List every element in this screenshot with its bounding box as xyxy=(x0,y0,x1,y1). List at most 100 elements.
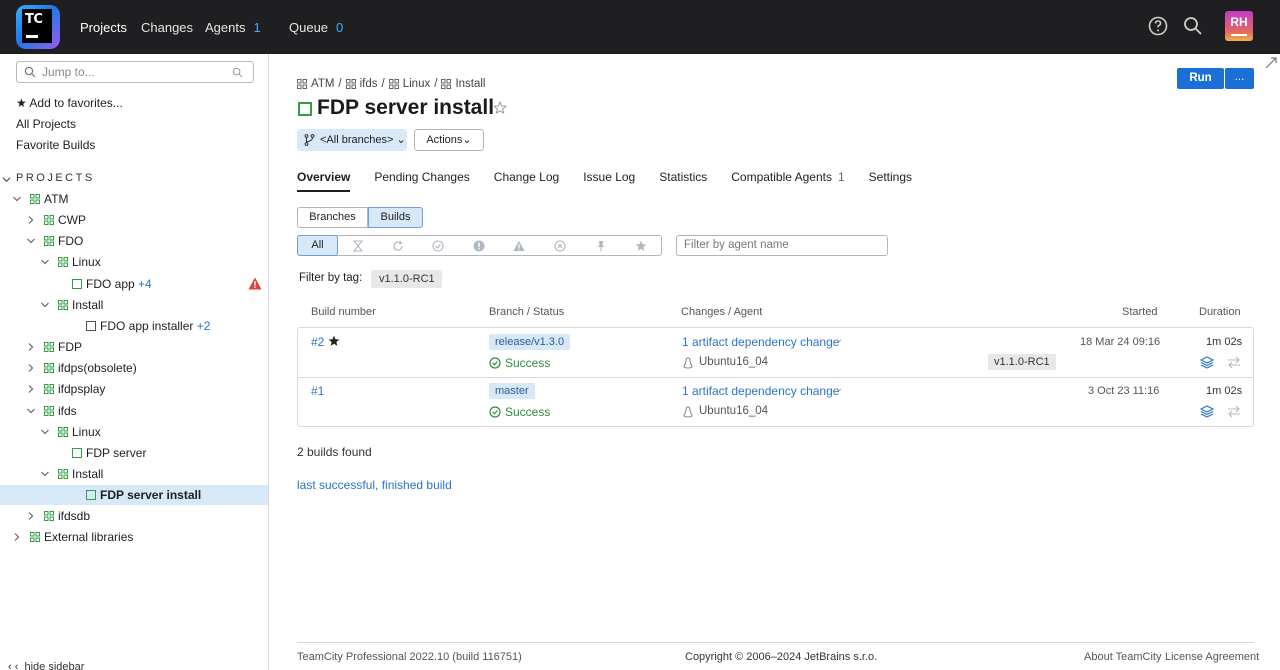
tree-item[interactable]: ifdpsplay xyxy=(0,379,268,399)
teamcity-logo[interactable]: TC xyxy=(16,5,60,49)
build-status[interactable]: Success xyxy=(505,405,550,419)
chevron-down-icon[interactable]: ⌄ xyxy=(835,334,843,345)
nav-queue[interactable]: Queue 0 xyxy=(289,0,343,54)
chevron-down-icon[interactable]: ⌄ xyxy=(835,383,843,394)
chevron-down-icon[interactable] xyxy=(26,406,36,416)
tree-item[interactable]: ATM xyxy=(0,189,268,209)
header-duration[interactable]: Duration xyxy=(1199,306,1241,318)
nav-changes[interactable]: Changes xyxy=(141,0,193,54)
tab-statistics[interactable]: Statistics xyxy=(659,170,707,192)
user-avatar[interactable]: RH xyxy=(1225,11,1253,41)
about-teamcity-link[interactable]: About TeamCity xyxy=(1084,651,1161,663)
tree-item[interactable]: ifdsdb xyxy=(0,506,268,526)
branch-chip[interactable]: release/v1.3.0 xyxy=(489,334,571,350)
tree-item[interactable]: FDP server install xyxy=(0,485,268,506)
warning-icon[interactable] xyxy=(513,240,525,252)
chevron-down-icon[interactable] xyxy=(26,236,36,246)
run-button[interactable]: Run xyxy=(1177,68,1224,89)
tree-item[interactable]: Install xyxy=(0,295,268,315)
all-projects-link[interactable]: All Projects xyxy=(16,117,76,131)
chevron-right-icon[interactable] xyxy=(26,215,36,225)
artifacts-icon[interactable] xyxy=(1200,405,1214,418)
chevron-down-icon[interactable] xyxy=(40,257,50,267)
nav-projects[interactable]: Projects xyxy=(80,0,127,54)
last-successful-build-link[interactable]: last successful, finished build xyxy=(297,478,452,492)
header-branch-status[interactable]: Branch / Status xyxy=(489,306,564,318)
tree-item[interactable]: FDO app installer +2 xyxy=(0,316,268,336)
branches-toggle[interactable]: Branches xyxy=(297,207,368,228)
star-icon[interactable] xyxy=(635,240,647,252)
tree-item-extra-count[interactable]: +2 xyxy=(193,319,211,333)
search-icon[interactable] xyxy=(1181,14,1205,38)
tree-item[interactable]: Install xyxy=(0,464,268,484)
build-number-link[interactable]: #1 xyxy=(311,384,324,398)
tree-item[interactable]: ifdps(obsolete) xyxy=(0,358,268,378)
warning-icon[interactable] xyxy=(248,277,262,290)
jump-to-search[interactable]: Jump to... xyxy=(16,61,254,83)
tree-item[interactable]: External libraries xyxy=(0,527,268,547)
license-agreement-link[interactable]: License Agreement xyxy=(1165,651,1259,663)
exclamation-icon[interactable] xyxy=(473,240,485,252)
tab-pending-changes[interactable]: Pending Changes xyxy=(374,170,469,192)
chevron-down-icon[interactable] xyxy=(12,194,22,204)
chevron-right-icon[interactable] xyxy=(26,384,36,394)
branch-selector[interactable]: <All branches> ⌄ xyxy=(297,129,407,151)
chevron-right-icon[interactable] xyxy=(26,363,36,373)
expand-icon[interactable] xyxy=(1263,55,1279,71)
tree-item[interactable]: FDP server xyxy=(0,443,268,463)
artifacts-icon[interactable] xyxy=(1200,356,1214,369)
run-options-button[interactable]: ... xyxy=(1225,68,1254,89)
tab-settings[interactable]: Settings xyxy=(869,170,912,192)
actions-button[interactable]: Actions⌄ xyxy=(414,129,484,151)
tab-overview[interactable]: Overview xyxy=(297,170,351,192)
header-build-number[interactable]: Build number xyxy=(311,306,376,318)
tab-issue-log[interactable]: Issue Log xyxy=(583,170,635,192)
builds-toggle[interactable]: Builds xyxy=(368,207,423,228)
help-icon[interactable] xyxy=(1146,14,1170,38)
tree-item-extra-count[interactable]: +4 xyxy=(135,277,152,291)
compare-icon[interactable] xyxy=(1227,405,1241,418)
chevron-down-icon[interactable] xyxy=(2,175,11,184)
tree-item[interactable]: FDP xyxy=(0,337,268,357)
tree-item[interactable]: Linux xyxy=(0,252,268,272)
status-filter-all[interactable]: All xyxy=(297,235,338,256)
star-filled-icon[interactable] xyxy=(328,335,340,347)
chevron-right-icon[interactable] xyxy=(26,511,36,521)
hide-sidebar-link[interactable]: ‹ ‹ hide sidebar xyxy=(8,661,84,670)
tab-compatible-agents[interactable]: Compatible Agents 1 xyxy=(731,170,844,192)
changes-link[interactable]: 1 artifact dependency change xyxy=(682,384,839,398)
tree-item[interactable]: CWP xyxy=(0,210,268,230)
tree-item[interactable]: FDO app +4 xyxy=(0,274,268,294)
agent-filter-input[interactable]: Filter by agent name xyxy=(676,235,888,256)
chevron-down-icon[interactable] xyxy=(40,300,50,310)
chevron-down-icon[interactable] xyxy=(40,427,50,437)
agent-link[interactable]: Ubuntu16_04 xyxy=(699,356,768,368)
breadcrumb-ifds[interactable]: ifds xyxy=(360,78,378,90)
agent-link[interactable]: Ubuntu16_04 xyxy=(699,405,768,417)
header-changes-agent[interactable]: Changes / Agent xyxy=(681,306,762,318)
changes-link[interactable]: 1 artifact dependency change xyxy=(682,335,839,349)
tree-item[interactable]: FDO xyxy=(0,231,268,251)
chevron-down-icon[interactable] xyxy=(40,469,50,479)
chevron-right-icon[interactable] xyxy=(26,342,36,352)
tag-filter-chip[interactable]: v1.1.0-RC1 xyxy=(371,270,442,288)
compare-icon[interactable] xyxy=(1227,356,1241,369)
chevron-right-icon[interactable] xyxy=(12,532,22,542)
breadcrumb-linux[interactable]: Linux xyxy=(403,78,431,90)
build-status[interactable]: Success xyxy=(505,356,550,370)
build-number-link[interactable]: #2 xyxy=(311,335,324,349)
check-icon[interactable] xyxy=(432,240,444,252)
pin-icon[interactable] xyxy=(595,240,607,252)
build-tag[interactable]: v1.1.0-RC1 xyxy=(988,354,1056,370)
tree-item[interactable]: Linux xyxy=(0,422,268,442)
cancel-icon[interactable] xyxy=(554,240,566,252)
tree-item[interactable]: ifds xyxy=(0,401,268,421)
breadcrumb-atm[interactable]: ATM xyxy=(311,78,334,90)
running-icon[interactable] xyxy=(392,240,404,252)
header-started[interactable]: Started xyxy=(1122,306,1157,318)
tab-change-log[interactable]: Change Log xyxy=(494,170,559,192)
favorite-builds-link[interactable]: Favorite Builds xyxy=(16,138,95,152)
add-to-favorites-link[interactable]: ★ Add to favorites... xyxy=(16,96,123,110)
hourglass-icon[interactable] xyxy=(352,240,364,252)
breadcrumb-install[interactable]: Install xyxy=(455,78,485,90)
